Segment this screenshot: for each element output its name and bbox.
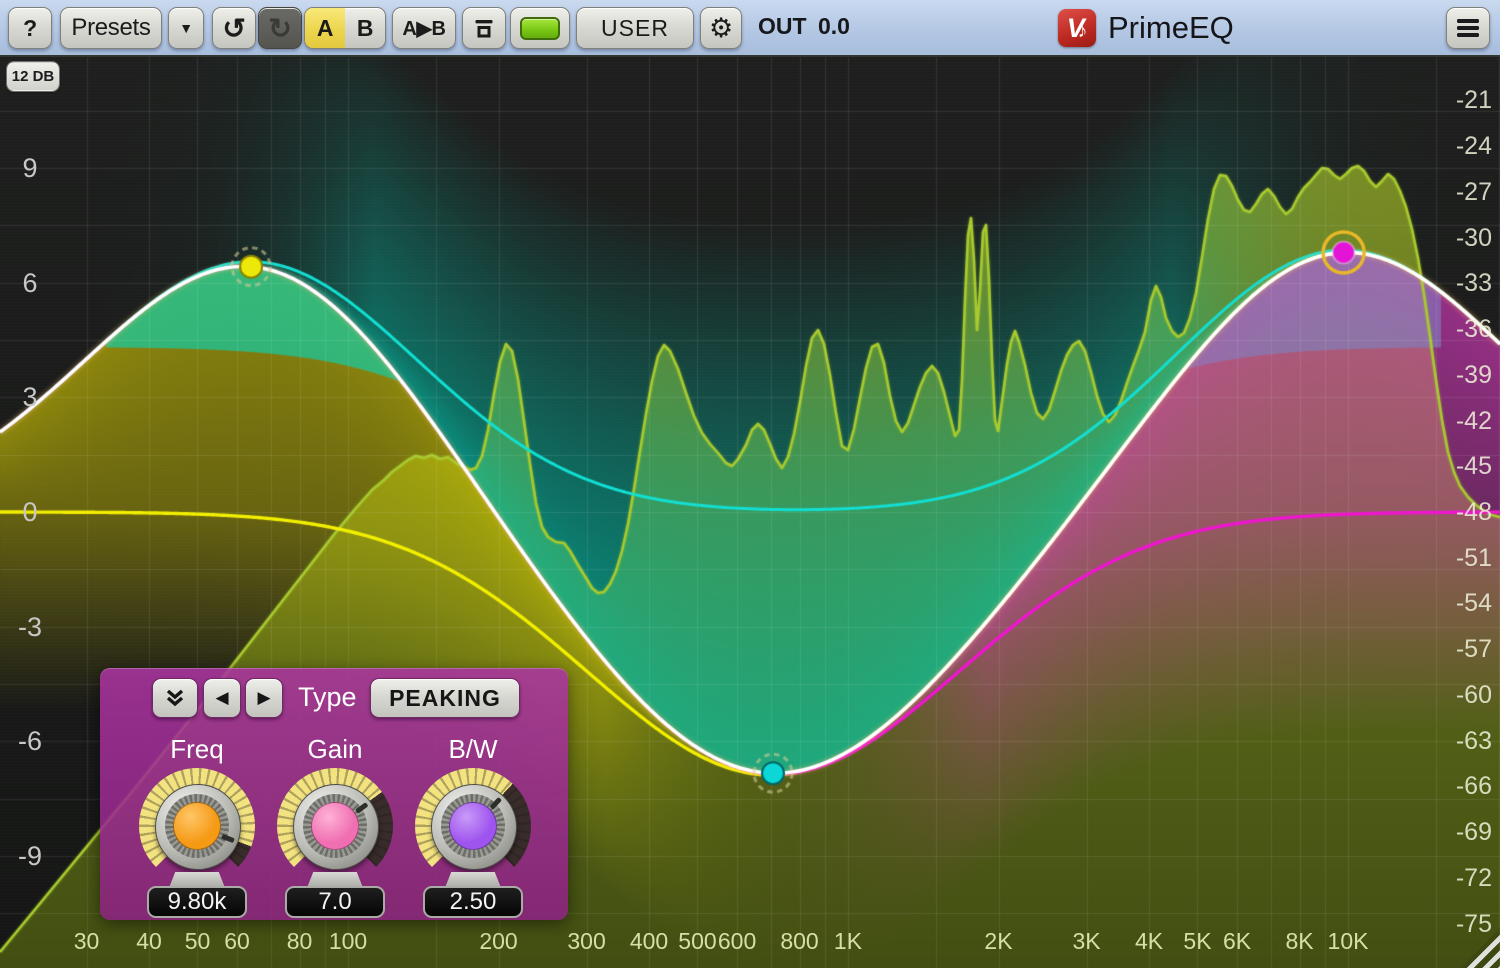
db-range-button[interactable]: 12 DB: [7, 62, 59, 91]
undo-button[interactable]: ↺: [212, 7, 256, 49]
freq-knob-dial[interactable]: [155, 784, 241, 870]
ab-switch: A B: [304, 7, 386, 49]
type-label: Type: [298, 682, 357, 713]
collapse-panel-button[interactable]: [152, 678, 198, 718]
prev-band-button[interactable]: ◀: [203, 678, 241, 718]
freq-value[interactable]: 9.80k: [147, 886, 247, 918]
gear-icon: ⚙: [709, 13, 733, 44]
gain-value[interactable]: 7.0: [285, 886, 385, 918]
gain-knob-label: Gain: [275, 734, 395, 765]
toolbar: ? Presets ▼ ↺ ↻ A B A▶B USER ⚙ OUT 0.0 V…: [0, 0, 1500, 57]
knob-cap: [173, 802, 221, 850]
bw-knob-dial[interactable]: [431, 784, 517, 870]
knob-cap: [311, 802, 359, 850]
user-mode-button[interactable]: USER: [576, 7, 694, 49]
led-on-icon: [520, 17, 560, 40]
freq-knob: 9.80k: [137, 768, 257, 918]
redo-button[interactable]: ↻: [258, 7, 302, 49]
bypass-icon: [473, 17, 495, 39]
band-edit-panel: ◀ ▶ Type PEAKING Freq Gain B/W 9.80k 7.0…: [100, 668, 568, 920]
filter-type-button[interactable]: PEAKING: [370, 678, 520, 718]
arrow-right-icon: ▶: [257, 688, 270, 708]
presets-button[interactable]: Presets: [60, 7, 162, 49]
ab-switch-b[interactable]: B: [345, 8, 385, 48]
menu-button[interactable]: [1446, 7, 1490, 49]
voxengo-logo[interactable]: V ♪: [1058, 9, 1096, 47]
chevrons-down-icon: [163, 686, 187, 710]
primeeq-window: 9630-3-6-9-21-24-27-30-33-36-39-42-45-48…: [0, 0, 1500, 968]
undo-icon: ↺: [222, 12, 245, 45]
bw-knob-label: B/W: [413, 734, 533, 765]
redo-icon: ↻: [268, 12, 291, 45]
chevron-down-icon: ▼: [179, 20, 193, 36]
ab-switch-a[interactable]: A: [305, 8, 345, 48]
out-gain-value[interactable]: 0.0: [818, 13, 850, 40]
out-gain-label: OUT: [758, 13, 807, 40]
settings-button[interactable]: ⚙: [700, 7, 742, 49]
presets-dropdown-button[interactable]: ▼: [168, 7, 204, 49]
help-button[interactable]: ?: [8, 7, 52, 49]
bw-value[interactable]: 2.50: [423, 886, 523, 918]
hamburger-menu-icon: [1456, 18, 1480, 38]
plugin-title: PrimeEQ: [1108, 10, 1234, 46]
knob-cap: [449, 802, 497, 850]
enable-led-button[interactable]: [510, 7, 570, 49]
gain-knob-dial[interactable]: [293, 784, 379, 870]
bypass-button[interactable]: [462, 7, 506, 49]
copy-a-to-b-button[interactable]: A▶B: [392, 7, 456, 49]
freq-knob-label: Freq: [137, 734, 257, 765]
gain-knob: 7.0: [275, 768, 395, 918]
arrow-left-icon: ◀: [215, 688, 228, 708]
bw-knob: 2.50: [413, 768, 533, 918]
logo-note-icon: ♪: [1078, 21, 1088, 43]
next-band-button[interactable]: ▶: [245, 678, 283, 718]
